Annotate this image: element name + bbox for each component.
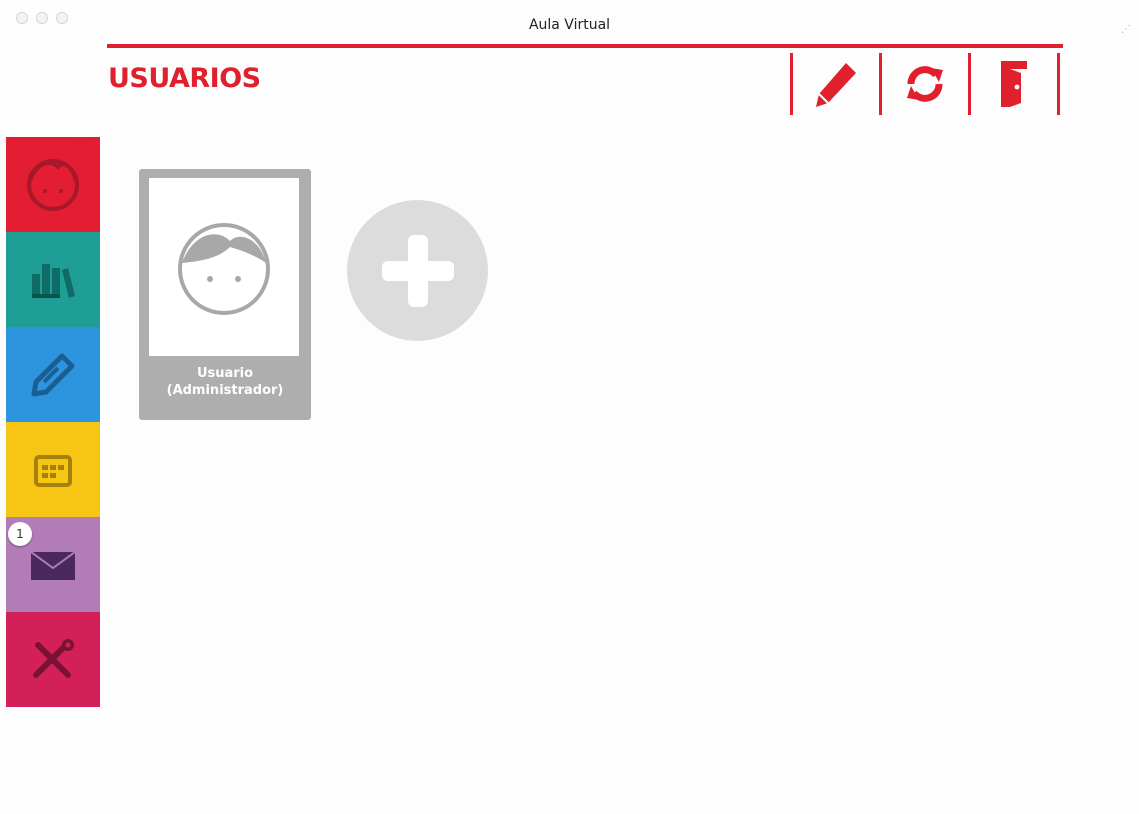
page-title: USUARIOS (108, 63, 261, 94)
sidebar-item-calendar[interactable] (6, 422, 100, 517)
sidebar-item-users[interactable] (6, 137, 100, 232)
window-title: Aula Virtual (528, 17, 611, 33)
app-window: Aula Virtual ⋰ USUARIOS 1 Usuario (Admin… (0, 0, 1139, 814)
user-avatar (149, 178, 299, 356)
plus-icon (381, 234, 454, 307)
toolbar (790, 53, 1060, 115)
pencil-icon (816, 63, 856, 107)
user-card[interactable]: Usuario (Administrador) (139, 169, 311, 420)
sidebar-item-settings[interactable] (6, 612, 100, 707)
add-user-button[interactable] (347, 200, 488, 341)
toolbar-divider (1057, 53, 1060, 115)
calendar-icon (34, 454, 72, 487)
mail-icon (30, 550, 76, 580)
tools-icon (33, 638, 74, 678)
exit-button[interactable] (971, 53, 1057, 115)
pencil-icon (31, 353, 75, 396)
refresh-button[interactable] (882, 53, 968, 115)
edit-button[interactable] (793, 53, 879, 115)
user-name-line2: (Administrador) (166, 383, 284, 398)
exit-door-icon (1001, 61, 1027, 107)
user-face-icon (27, 137, 88, 211)
sidebar-item-library[interactable] (6, 232, 100, 327)
header-divider (107, 44, 1063, 48)
unread-badge: 1 (8, 522, 32, 546)
sidebar: 1 (6, 137, 100, 707)
sidebar-item-activities[interactable] (6, 327, 100, 422)
user-name-line1: Usuario (196, 366, 254, 381)
books-icon (32, 263, 75, 298)
user-face-icon (178, 223, 270, 315)
user-name: Usuario (Administrador) (139, 365, 311, 399)
fullscreen-icon[interactable]: ⋰ (1121, 25, 1131, 40)
sidebar-item-messages[interactable]: 1 (6, 517, 100, 612)
refresh-icon (907, 66, 943, 102)
